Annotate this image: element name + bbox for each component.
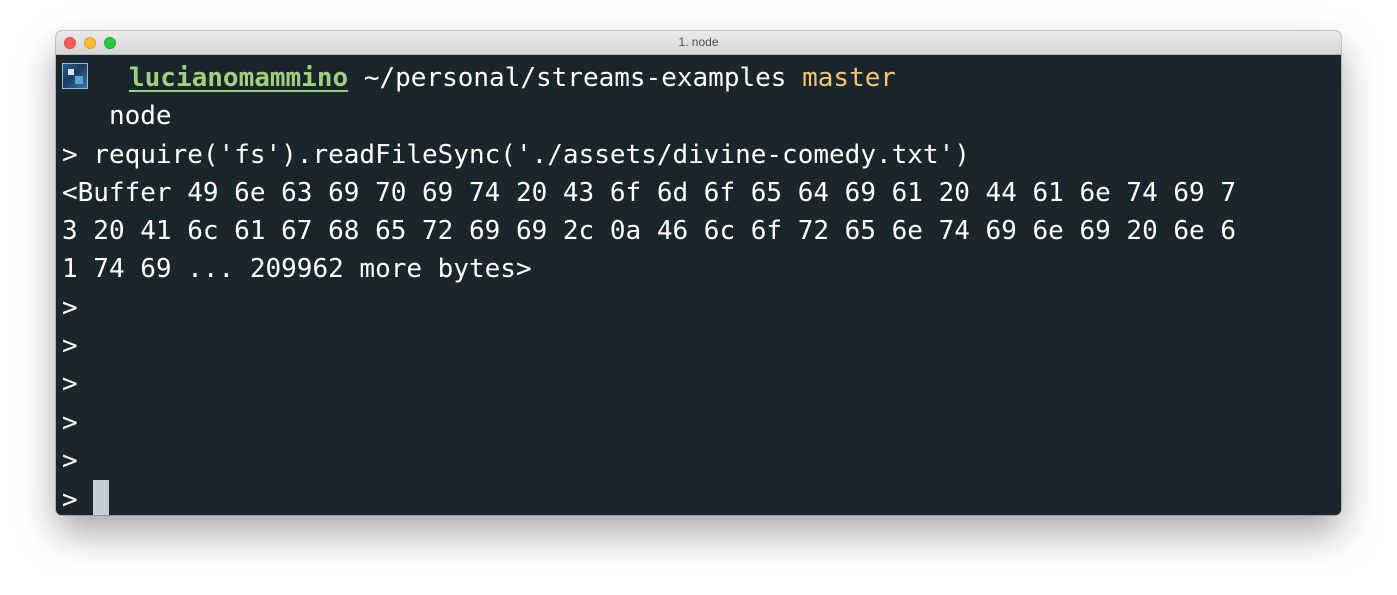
prompt-branch: master xyxy=(802,63,897,93)
terminal-content[interactable]: lucianomammino ~/personal/streams-exampl… xyxy=(56,55,1341,515)
terminal-window: 1. node lucianomammino ~/personal/stream… xyxy=(56,31,1341,515)
shell-command: node xyxy=(108,101,172,132)
shell-prompt-line: lucianomammino ~/personal/streams-exampl… xyxy=(62,59,1341,97)
repl-input-line: > require('fs').readFileSync('./assets/d… xyxy=(62,136,1341,174)
repl-empty-prompt: > xyxy=(62,445,78,476)
repl-active-prompt: > xyxy=(62,485,94,515)
prompt-path: ~/personal/streams-examples xyxy=(363,63,787,93)
repl-empty-prompt: > xyxy=(62,292,78,323)
title-bar[interactable]: 1. node xyxy=(56,31,1341,55)
repl-empty-prompt: > xyxy=(62,369,78,400)
window-title: 1. node xyxy=(678,35,719,49)
avatar-icon xyxy=(62,63,88,89)
repl-empty-prompt: > xyxy=(62,407,78,438)
repl-output-line: 3 20 41 6c 61 67 68 65 72 69 69 2c 0a 46… xyxy=(62,216,1236,247)
prompt-user: lucianomammino xyxy=(129,63,349,93)
text-cursor xyxy=(93,480,110,515)
repl-prompt: > xyxy=(62,139,94,170)
repl-output-line: <Buffer 49 6e 63 69 70 69 74 20 43 6f 6d… xyxy=(62,177,1236,208)
repl-active-prompt-line[interactable]: > xyxy=(62,480,1341,515)
repl-empty-prompt: > xyxy=(62,331,78,362)
repl-output-line: 1 74 69 ... 209962 more bytes> xyxy=(62,254,532,285)
shell-command-line: node xyxy=(62,97,1341,135)
repl-input: require('fs').readFileSync('./assets/div… xyxy=(93,139,970,170)
